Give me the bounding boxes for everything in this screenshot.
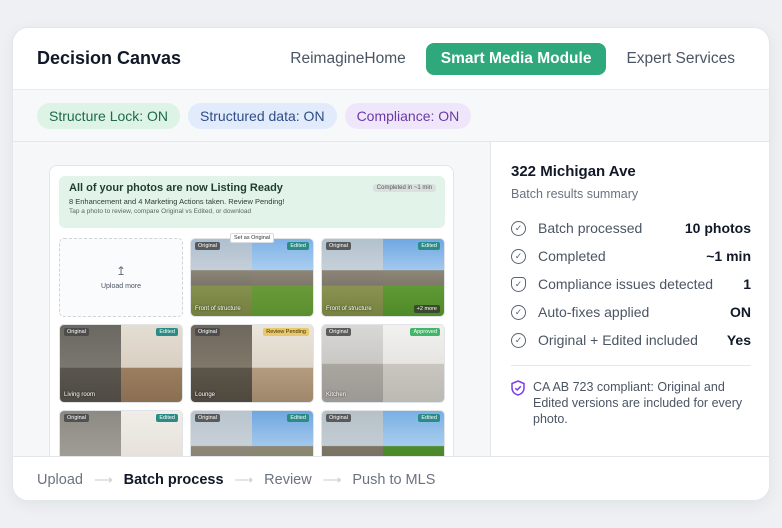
stat-label: Batch processed <box>538 220 643 236</box>
step-review[interactable]: Review <box>264 472 312 488</box>
stat-label: Compliance issues detected <box>538 276 714 292</box>
original-tag: Original <box>64 414 89 422</box>
preview-pane: All of your photos are now Listing Ready… <box>13 142 491 456</box>
step-push-to-mls[interactable]: Push to MLS <box>352 472 435 488</box>
tile-caption: Front of structure <box>195 306 241 312</box>
upload-more-tile[interactable]: ↥ Upload more <box>59 238 183 317</box>
photo-tile[interactable]: Original Edited <box>59 410 183 456</box>
stat-completed: ✓ Completed ~1 min <box>511 242 751 270</box>
photo-tile[interactable]: Original Edited <box>321 410 445 456</box>
structure-lock-pill: Structure Lock: ON <box>37 102 181 129</box>
check-circle-icon: ✓ <box>511 332 526 348</box>
banner-subtitle: 8 Enhancement and 4 Marketing Actions ta… <box>69 197 285 206</box>
more-count: +2 more <box>413 305 440 313</box>
original-tag: Original <box>64 328 89 336</box>
structured-data-pill: Structured data: ON <box>188 102 337 129</box>
set-as-original-button[interactable]: Set as Original <box>230 233 275 243</box>
original-tag: Original <box>326 242 351 250</box>
arrow-right-icon: ⟶ <box>93 471 113 487</box>
approved-badge: Approved <box>410 328 440 336</box>
header: Decision Canvas ReimagineHome Smart Medi… <box>13 28 769 90</box>
stats-list: ✓ Batch processed 10 photos ✓ Completed … <box>511 214 751 354</box>
photo-tile[interactable]: Original Edited <box>190 410 314 456</box>
top-nav: ReimagineHome Smart Media Module Expert … <box>280 42 745 75</box>
tile-caption: Living room <box>64 392 96 398</box>
stat-auto-fixes: ✓ Auto-fixes applied ON <box>511 298 751 326</box>
original-tag: Original <box>195 414 220 422</box>
photo-tile[interactable]: Original Edited Living room <box>59 324 183 403</box>
brand-title: Decision Canvas <box>37 48 182 68</box>
arrow-right-icon: ⟶ <box>322 471 342 487</box>
main-body: All of your photos are now Listing Ready… <box>13 142 769 456</box>
edited-badge: Edited <box>418 242 440 250</box>
edited-badge: Edited <box>418 414 440 422</box>
original-tag: Original <box>195 328 220 336</box>
review-pending-badge: Review Pending <box>263 328 309 336</box>
stat-label: Completed <box>538 248 606 264</box>
original-tag: Original <box>326 414 351 422</box>
nav-smart-media-module[interactable]: Smart Media Module <box>425 42 607 75</box>
stat-value: 10 photos <box>684 220 751 236</box>
stat-label: Original + Edited included <box>538 332 698 348</box>
status-pills: Structure Lock: ON Structured data: ON C… <box>13 90 769 142</box>
summary-pane: 322 Michigan Ave Batch results summary ✓… <box>492 142 769 456</box>
summary-subtitle: Batch results summary <box>511 187 639 201</box>
original-tag: Original <box>195 242 220 250</box>
tile-caption: Lounge <box>195 392 216 398</box>
stat-label: Auto-fixes applied <box>538 304 650 320</box>
step-footer: Upload ⟶ Batch process ⟶ Review ⟶ Push t… <box>13 456 769 500</box>
check-circle-icon: ✓ <box>511 248 526 264</box>
upload-icon: ↥ <box>115 264 127 278</box>
completed-chip: Completed in ~1 min <box>372 184 436 192</box>
photo-preview: All of your photos are now Listing Ready… <box>49 165 454 456</box>
stat-value: 1 <box>743 276 751 292</box>
edited-badge: Edited <box>156 328 178 336</box>
stat-value: Yes <box>726 332 751 348</box>
stat-original-edited: ✓ Original + Edited included Yes <box>511 326 751 354</box>
original-tag: Original <box>326 328 351 336</box>
photo-tile[interactable]: Original Edited Front of structure +2 mo… <box>321 238 445 317</box>
nav-reimaginehome[interactable]: ReimagineHome <box>280 43 415 75</box>
listing-ready-banner: All of your photos are now Listing Ready… <box>59 176 445 228</box>
arrow-right-icon: ⟶ <box>234 471 254 487</box>
stat-batch-processed: ✓ Batch processed 10 photos <box>511 214 751 242</box>
stat-value: ON <box>730 304 751 320</box>
check-circle-icon: ✓ <box>511 220 526 236</box>
decision-canvas-card: Decision Canvas ReimagineHome Smart Medi… <box>12 27 770 501</box>
divider <box>511 365 751 366</box>
check-circle-icon: ✓ <box>511 304 526 320</box>
stat-compliance-issues: ✓ Compliance issues detected 1 <box>511 270 751 298</box>
compliance-note-text: CA AB 723 compliant: Original and Edited… <box>533 380 743 426</box>
banner-hint: Tap a photo to review, compare Original … <box>69 208 252 215</box>
stat-value: ~1 min <box>706 248 751 264</box>
tile-caption: Front of structure <box>326 306 372 312</box>
photo-tile[interactable]: Original Approved Kitchen <box>321 324 445 403</box>
step-batch-process[interactable]: Batch process <box>124 472 224 488</box>
photo-tile[interactable]: Original Review Pending Lounge <box>190 324 314 403</box>
edited-badge: Edited <box>287 242 309 250</box>
shield-icon <box>511 380 525 427</box>
tile-caption: Kitchen <box>326 392 347 398</box>
photo-tile[interactable]: Original Edited Front of structure <box>190 238 314 317</box>
upload-more-label: Upload more <box>100 283 142 290</box>
compliance-pill: Compliance: ON <box>344 102 472 129</box>
compliance-note: CA AB 723 compliant: Original and Edited… <box>511 379 751 427</box>
nav-expert-services[interactable]: Expert Services <box>616 43 745 75</box>
edited-badge: Edited <box>287 414 309 422</box>
edited-badge: Edited <box>156 414 178 422</box>
property-address: 322 Michigan Ave <box>511 163 636 180</box>
step-upload[interactable]: Upload <box>37 472 83 488</box>
shield-check-icon: ✓ <box>511 276 526 292</box>
